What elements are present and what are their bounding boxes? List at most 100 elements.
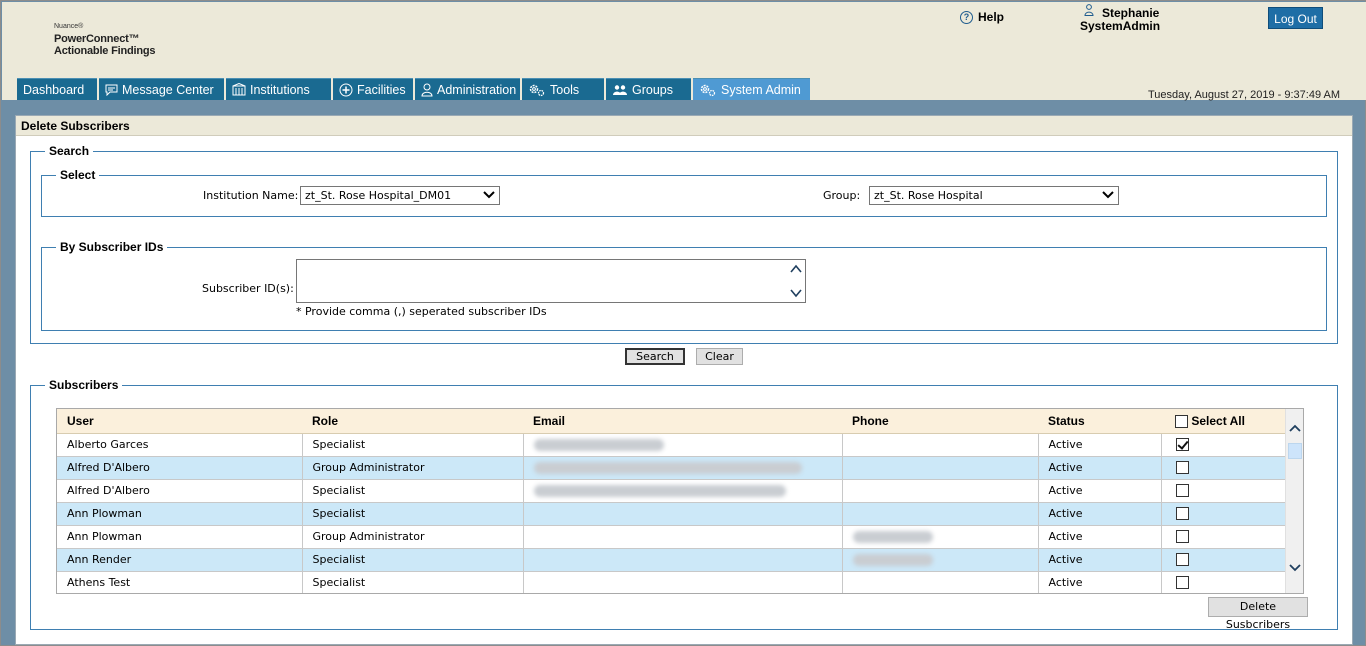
cell-user: Alfred D'Albero bbox=[57, 479, 303, 503]
tab-facilities[interactable]: Facilities bbox=[333, 78, 413, 100]
table-row[interactable]: Alfred D'Albero Specialist Active bbox=[57, 479, 1286, 503]
search-legend: Search bbox=[49, 144, 90, 158]
row-select-checkbox[interactable] bbox=[1175, 576, 1189, 590]
plus-circle-icon bbox=[339, 83, 353, 96]
institution-select[interactable]: zt_St. Rose Hospital_DM01 bbox=[300, 186, 500, 205]
cell-user: Ann Plowman bbox=[57, 502, 303, 526]
cell-role: Specialist bbox=[302, 433, 524, 457]
redacted-email bbox=[533, 439, 664, 451]
cell-phone bbox=[842, 548, 1039, 572]
cell-user: Ann Plowman bbox=[57, 525, 303, 549]
table-row[interactable]: Ann Render Specialist Active bbox=[57, 548, 1286, 572]
table-scrollbar[interactable] bbox=[1285, 409, 1303, 593]
textarea-scrollbar[interactable] bbox=[789, 262, 803, 300]
cell-select bbox=[1161, 502, 1286, 526]
subscribers-grid: User Role Email Phone Status Select All … bbox=[57, 409, 1286, 593]
subscriber-ids-input[interactable] bbox=[296, 259, 806, 303]
tab-tools[interactable]: Tools bbox=[522, 78, 604, 100]
cell-status: Active bbox=[1038, 479, 1162, 503]
table-row[interactable]: Athens Test Specialist Active bbox=[57, 571, 1286, 593]
cell-status: Active bbox=[1038, 548, 1162, 572]
column-header-phone[interactable]: Phone bbox=[842, 409, 1038, 434]
cell-phone bbox=[842, 433, 1039, 457]
chevron-down-icon bbox=[483, 191, 495, 199]
column-header-status[interactable]: Status bbox=[1038, 409, 1161, 434]
panel-title: Delete Subscribers bbox=[16, 116, 1352, 136]
cell-status: Active bbox=[1038, 571, 1162, 593]
tab-message-center[interactable]: Message Center bbox=[99, 78, 224, 100]
tab-groups[interactable]: Groups bbox=[606, 78, 691, 100]
building-icon bbox=[232, 83, 246, 96]
main-nav: Dashboard Message Center Institutions Fa… bbox=[17, 78, 810, 100]
cell-phone bbox=[842, 525, 1039, 549]
select-all-checkbox[interactable] bbox=[1175, 414, 1188, 428]
logo-brand: Nuance® bbox=[54, 23, 84, 30]
cell-status: Active bbox=[1038, 433, 1162, 457]
logo: Nuance® PowerConnect™ Actionable Finding… bbox=[54, 21, 156, 57]
scroll-up-icon[interactable] bbox=[1289, 423, 1301, 433]
cell-phone bbox=[842, 502, 1039, 526]
cell-phone bbox=[842, 571, 1039, 593]
current-datetime: Tuesday, August 27, 2019 - 9:37:49 AM bbox=[1148, 89, 1341, 101]
table-row[interactable]: Ann Plowman Specialist Active bbox=[57, 502, 1286, 526]
row-select-checkbox[interactable] bbox=[1175, 461, 1189, 475]
column-header-email[interactable]: Email bbox=[523, 409, 842, 434]
tab-label: Tools bbox=[550, 82, 580, 97]
row-select-checkbox[interactable] bbox=[1175, 507, 1189, 521]
cell-email bbox=[523, 502, 843, 526]
group-select-value: zt_St. Rose Hospital bbox=[874, 189, 983, 202]
gears-icon bbox=[700, 84, 716, 96]
tab-label: Groups bbox=[632, 82, 673, 97]
subscribers-legend: Subscribers bbox=[49, 378, 119, 392]
row-select-checkbox[interactable] bbox=[1175, 553, 1189, 567]
row-select-checkbox[interactable] bbox=[1175, 484, 1189, 498]
table-row[interactable]: Ann Plowman Group Administrator Active bbox=[57, 525, 1286, 549]
table-body: Alberto Garces Specialist Active Alfred D'A… bbox=[57, 433, 1286, 593]
cell-role: Specialist bbox=[302, 548, 524, 572]
tab-label: Institutions bbox=[250, 82, 310, 97]
tab-system-admin[interactable]: System Admin bbox=[693, 78, 810, 100]
clear-button[interactable]: Clear bbox=[696, 348, 743, 365]
column-header-user[interactable]: User bbox=[57, 409, 302, 434]
cell-select bbox=[1161, 479, 1286, 503]
person-icon bbox=[1084, 4, 1094, 16]
cell-select bbox=[1161, 456, 1286, 480]
row-select-checkbox[interactable] bbox=[1175, 438, 1189, 452]
redacted-email bbox=[533, 462, 802, 474]
redacted-phone bbox=[852, 531, 933, 543]
table-row[interactable]: Alfred D'Albero Group Administrator Active bbox=[57, 456, 1286, 480]
institution-label: Institution Name: bbox=[203, 189, 299, 202]
help-icon: ? bbox=[960, 10, 973, 24]
group-select[interactable]: zt_St. Rose Hospital bbox=[869, 186, 1119, 205]
help-label: Help bbox=[978, 10, 1005, 24]
cell-phone bbox=[842, 479, 1039, 503]
column-header-role[interactable]: Role bbox=[302, 409, 523, 434]
tab-label: Facilities bbox=[357, 82, 406, 97]
delete-subscribers-button[interactable]: Delete Susbcribers bbox=[1208, 597, 1308, 631]
logo-product-line1: PowerConnect™ bbox=[54, 33, 140, 45]
tab-administration[interactable]: Administration bbox=[415, 78, 520, 100]
subscribers-table: User Role Email Phone Status Select All … bbox=[56, 408, 1304, 594]
cell-email bbox=[523, 433, 843, 457]
cell-role: Specialist bbox=[302, 479, 524, 503]
by-subscriber-ids-legend: By Subscriber IDs bbox=[60, 240, 164, 254]
help-link[interactable]: ? Help bbox=[960, 10, 1004, 24]
cell-role: Specialist bbox=[302, 502, 524, 526]
cell-role: Specialist bbox=[302, 571, 524, 593]
row-select-checkbox[interactable] bbox=[1175, 530, 1189, 544]
scroll-down-icon[interactable] bbox=[1289, 563, 1301, 573]
search-button[interactable]: Search bbox=[625, 348, 685, 365]
tab-institutions[interactable]: Institutions bbox=[226, 78, 331, 100]
logout-button[interactable]: Log Out bbox=[1268, 7, 1323, 29]
cell-status: Active bbox=[1038, 525, 1162, 549]
cell-user: Ann Render bbox=[57, 548, 303, 572]
cell-role: Group Administrator bbox=[302, 525, 524, 549]
table-header-row: User Role Email Phone Status Select All bbox=[57, 409, 1285, 434]
scroll-thumb[interactable] bbox=[1288, 443, 1302, 459]
tab-label: Message Center bbox=[122, 82, 214, 97]
user-info: Stephanie SystemAdmin bbox=[1080, 4, 1160, 33]
tab-label: Dashboard bbox=[23, 82, 85, 97]
cell-email bbox=[523, 571, 843, 593]
tab-dashboard[interactable]: Dashboard bbox=[17, 78, 97, 100]
table-row[interactable]: Alberto Garces Specialist Active bbox=[57, 433, 1286, 457]
